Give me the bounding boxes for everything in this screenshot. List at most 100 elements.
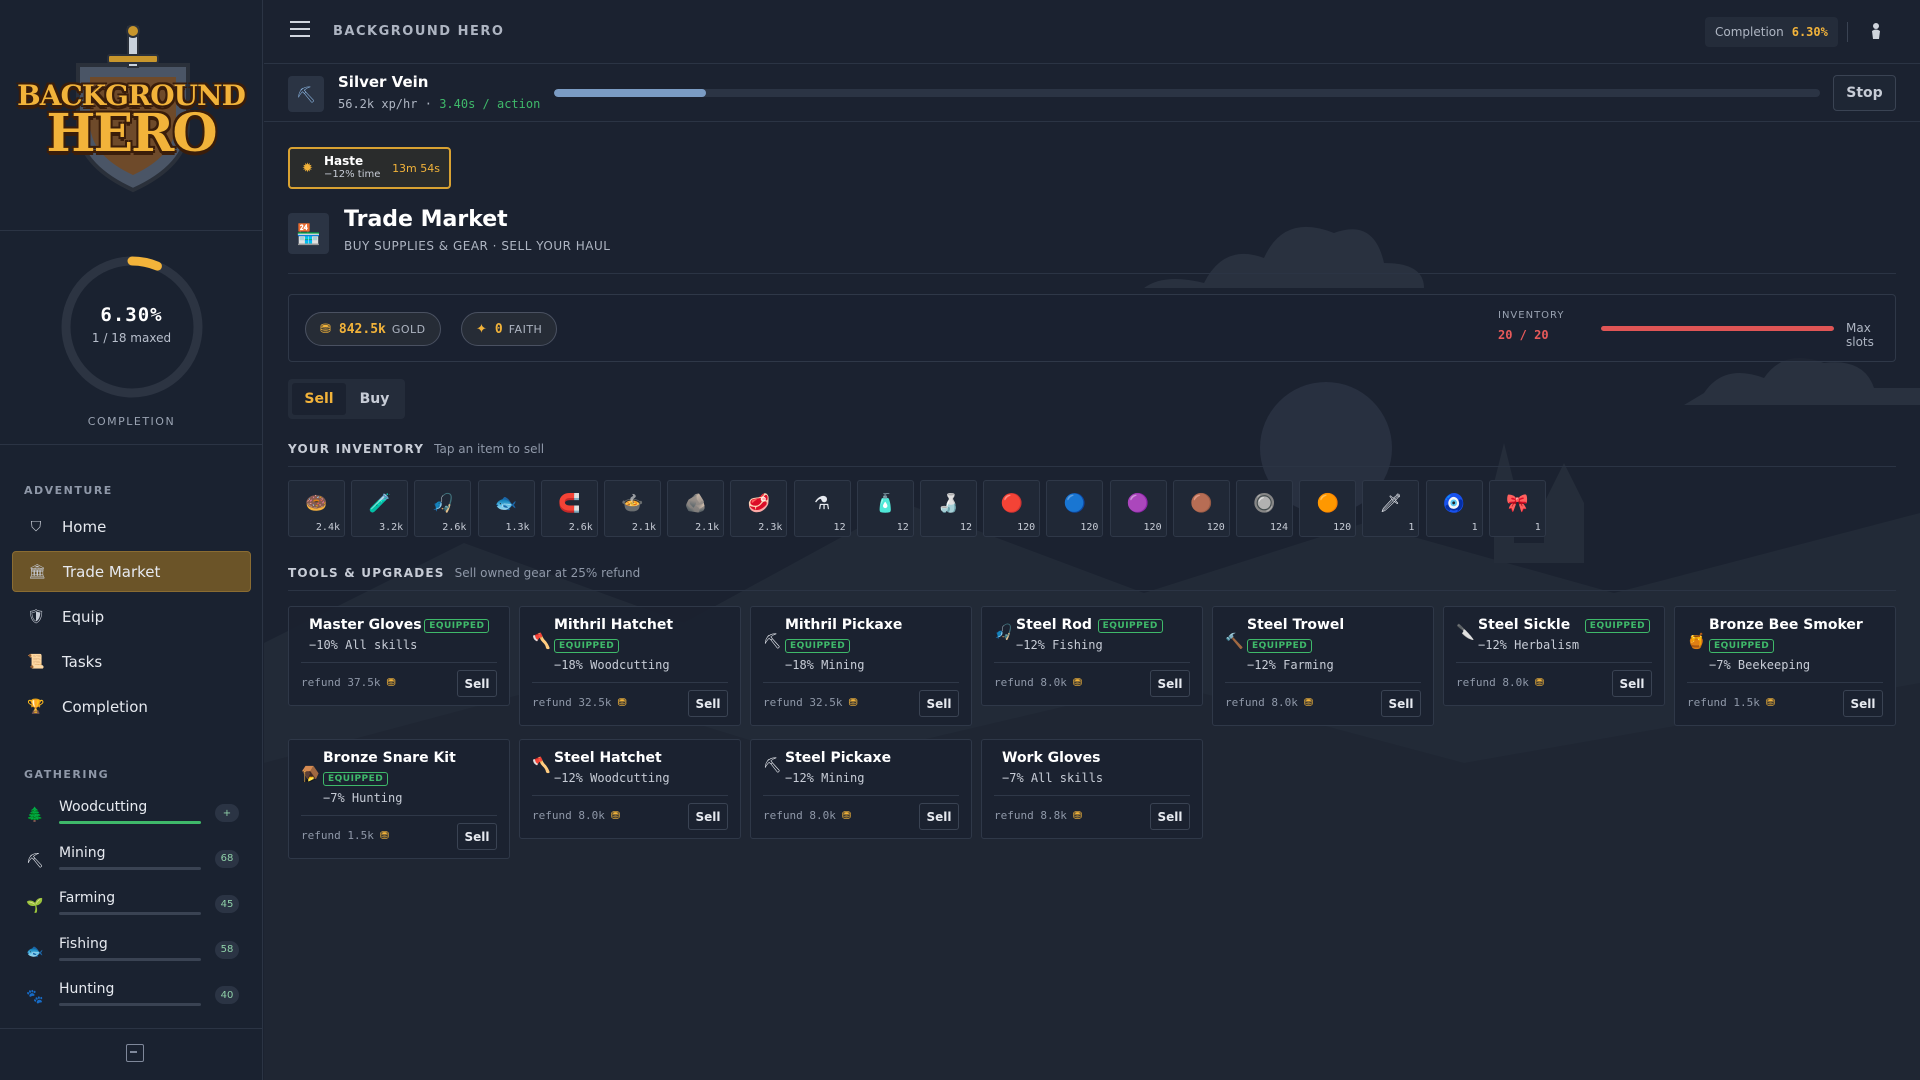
inventory-slot[interactable]: 🗡 1 [1362,480,1420,537]
card-divider [994,662,1190,663]
sidebar-item-home[interactable]: ⛉ Home [12,506,251,547]
inventory-slot[interactable]: 🍲 2.1k [604,480,661,537]
inventory-slot[interactable]: 🍩 2.4k [288,480,345,537]
inventory-slot[interactable]: 🧲 2.6k [540,480,598,537]
item-quantity: 1.3k [505,522,530,533]
bank-icon: 🏛 [28,563,46,580]
sell-button[interactable]: Sell [1381,690,1421,717]
refund-prefix: refund [1225,696,1265,709]
refund-prefix: refund [763,809,803,822]
sell-button[interactable]: Sell [919,690,959,717]
sidebar-item-equip[interactable]: 🛡 Equip [12,596,251,637]
inventory-slot[interactable]: 🥩 2.3k [730,480,788,537]
tools-heading: TOOLS & UPGRADES Sell owned gear at 25% r… [288,566,641,580]
inventory-slot[interactable]: 🎀 1 [1488,480,1546,537]
refund-text: refund 32.5k ⛃ [763,696,858,709]
sidebar-divider [0,1028,263,1029]
skill-woodcutting[interactable]: 🌲 Woodcutting + [24,799,239,839]
tool-effect: −10% All skills [309,638,418,652]
inventory-slot[interactable]: 🎣 2.6k [414,480,472,537]
equipped-badge-row: EQUIPPED [1709,638,1775,654]
inventory-slot[interactable]: 🟣 120 [1109,480,1167,537]
item-quantity: 3.2k [379,522,404,533]
sidebar-item-completion[interactable]: 🏆 Completion [12,686,251,727]
refund-text: refund 8.0k ⛃ [532,809,620,822]
card-divider [763,682,959,683]
coin-icon: ⛃ [1765,696,1776,709]
coin-icon: ⛃ [841,809,852,822]
skill-mining[interactable]: ⛏ Mining 68 [24,845,239,885]
inventory-slot[interactable]: 🧪 3.2k [351,480,409,537]
refund-prefix: refund [994,676,1034,689]
tool-name: Bronze Snare Kit [323,750,456,766]
coin-icon: ⛃ [1303,696,1314,709]
skill-level-badge: 40 [215,986,239,1004]
inventory-slot[interactable]: 🐟 1.3k [477,480,535,537]
skill-hunting[interactable]: 🐾 Hunting 40 [24,981,239,1021]
tools-hint: Sell owned gear at 25% refund [454,566,641,580]
tool-card: Work Gloves −7% All skills refund 8.8k ⛃ Sel… [981,739,1203,839]
collapse-sidebar-icon[interactable] [126,1044,144,1062]
item-icon: 🍩 [305,493,328,514]
sell-button[interactable]: Sell [919,803,959,830]
tool-icon: 🔨 [1225,632,1244,650]
inventory-slot[interactable]: ⚗ 12 [793,480,851,537]
menu-icon[interactable] [290,21,310,37]
buff-remaining: 13m 54s [392,162,440,175]
inventory-slot[interactable]: 🟤 120 [1172,480,1230,537]
card-divider [532,682,728,683]
coin-icon: ⛃ [379,829,390,842]
inventory-slot[interactable]: 🔵 120 [1046,480,1104,537]
tool-icon: 🪓 [532,632,551,650]
sell-button[interactable]: Sell [1150,803,1190,830]
inventory-heading: YOUR INVENTORY Tap an item to sell [288,442,545,456]
inventory-slot[interactable]: 🧿 1 [1425,480,1483,537]
skill-level-badge: 58 [215,940,239,959]
user-icon[interactable] [1870,22,1886,42]
coins-icon: ⛃ [320,321,331,337]
faith-icon: ✦ [476,321,487,337]
item-icon: 🔴 [1000,493,1023,514]
tool-effect: −12% Farming [1247,658,1334,672]
haste-buff[interactable]: ✹ Haste −12% time 13m 54s [288,147,451,189]
refund-prefix: refund [1456,676,1496,689]
tab-sell[interactable]: Sell [292,383,346,415]
tool-effect: −12% Woodcutting [554,771,670,785]
skill-fishing[interactable]: 🐟 Fishing 58 [24,936,239,976]
skill-progress-bar [59,957,201,961]
item-icon: 🥩 [747,493,771,514]
sidebar-item-tasks[interactable]: 📜 Tasks [12,641,251,682]
sidebar-item-trade-market[interactable]: 🏛 Trade Market [12,551,251,592]
tools-divider [288,590,1896,591]
completion-pill[interactable]: Completion 6.30% [1705,17,1838,47]
skill-name: Fishing [59,935,108,952]
stop-button[interactable]: Stop [1833,75,1896,111]
sell-button[interactable]: Sell [1150,670,1190,697]
item-quantity: 1 [1471,522,1478,533]
tab-buy[interactable]: Buy [348,383,401,415]
refund-text: refund 37.5k ⛃ [301,676,396,689]
inventory-slot[interactable]: 🧴 12 [856,480,914,537]
inventory-slot[interactable]: 🟠 120 [1299,480,1357,537]
inventory-slot[interactable]: 🔘 124 [1236,480,1293,537]
sell-button[interactable]: Sell [1612,670,1652,697]
tool-icon: 🪤 [301,765,320,783]
refund-text: refund 32.5k ⛃ [532,696,627,709]
tool-card: Master Gloves EQUIPPED −10% All skills refu… [288,606,510,706]
sell-button[interactable]: Sell [1843,690,1883,717]
equipped-badge-row: EQUIPPED [785,638,851,654]
sell-button[interactable]: Sell [457,670,497,697]
inventory-slot[interactable]: 🔴 120 [983,480,1041,537]
sell-button[interactable]: Sell [688,690,728,717]
inventory-slot[interactable]: 🪨 2.1k [667,480,725,537]
skill-progress-bar [59,912,201,915]
sell-button[interactable]: Sell [688,803,728,830]
refund-text: refund 8.0k ⛃ [1225,696,1313,709]
inventory-slot[interactable]: 🍶 12 [920,480,977,537]
buff-effect: −12% time [324,169,381,180]
item-icon: 🔵 [1063,493,1087,514]
skill-farming[interactable]: 🌱 Farming 45 [24,890,239,930]
game-logo: BACKGROUND HERO [0,0,262,231]
sell-button[interactable]: Sell [457,823,497,850]
item-quantity: 1 [1534,522,1541,533]
